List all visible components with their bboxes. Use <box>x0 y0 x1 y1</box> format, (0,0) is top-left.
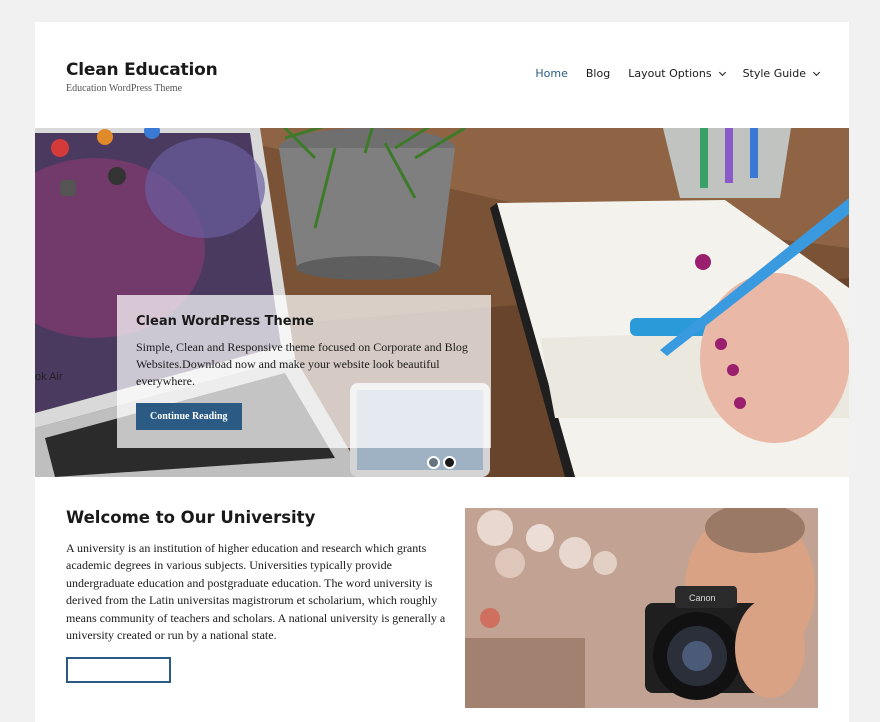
chevron-down-icon <box>718 68 726 76</box>
laptop-label: ok Air <box>35 371 63 383</box>
nav-item-label: Blog <box>585 67 611 80</box>
chevron-down-icon <box>812 68 821 76</box>
slider-pager <box>427 456 456 469</box>
primary-nav: Home Blog Layout Options Style Guide <box>517 67 821 80</box>
featured-photo: Canon <box>465 508 818 708</box>
caption-text: Simple, Clean and Responsive theme focus… <box>136 340 468 388</box>
nav-item-home[interactable]: Home <box>535 67 567 80</box>
photographer-image: Canon <box>465 508 818 708</box>
caption-title: Clean WordPress Theme <box>136 314 314 329</box>
read-more-button[interactable] <box>66 657 171 684</box>
nav-item-label: Home <box>535 67 568 80</box>
nav-item-label: Style Guide <box>742 67 806 80</box>
page: Clean Education Education WordPress Them… <box>35 22 849 722</box>
nav-item-blog[interactable]: Blog <box>586 67 610 80</box>
slider-dot-2[interactable] <box>443 456 456 469</box>
nav-item-layout-options[interactable]: Layout Options <box>628 67 726 80</box>
slider-dot-1[interactable] <box>427 456 440 469</box>
section-text: A university is an institution of higher… <box>66 541 446 643</box>
site-title[interactable]: Clean Education <box>66 60 218 80</box>
continue-reading-button[interactable]: Continue Reading <box>136 403 242 430</box>
slider-caption: Clean WordPress Theme Simple, Clean and … <box>117 295 491 448</box>
site-description: Education WordPress Theme <box>66 83 183 94</box>
nav-item-style-guide[interactable]: Style Guide <box>742 67 821 80</box>
camera-brand-label: Canon <box>689 593 716 603</box>
site-branding: Clean Education Education WordPress Them… <box>66 60 218 94</box>
hero-slider: ok Air Clean WordPress Theme Simple, Cle… <box>35 128 849 477</box>
section-title: Welcome to Our University <box>66 508 316 527</box>
welcome-section: Welcome to Our University A university i… <box>66 508 450 684</box>
nav-item-label: Layout Options <box>628 67 712 80</box>
